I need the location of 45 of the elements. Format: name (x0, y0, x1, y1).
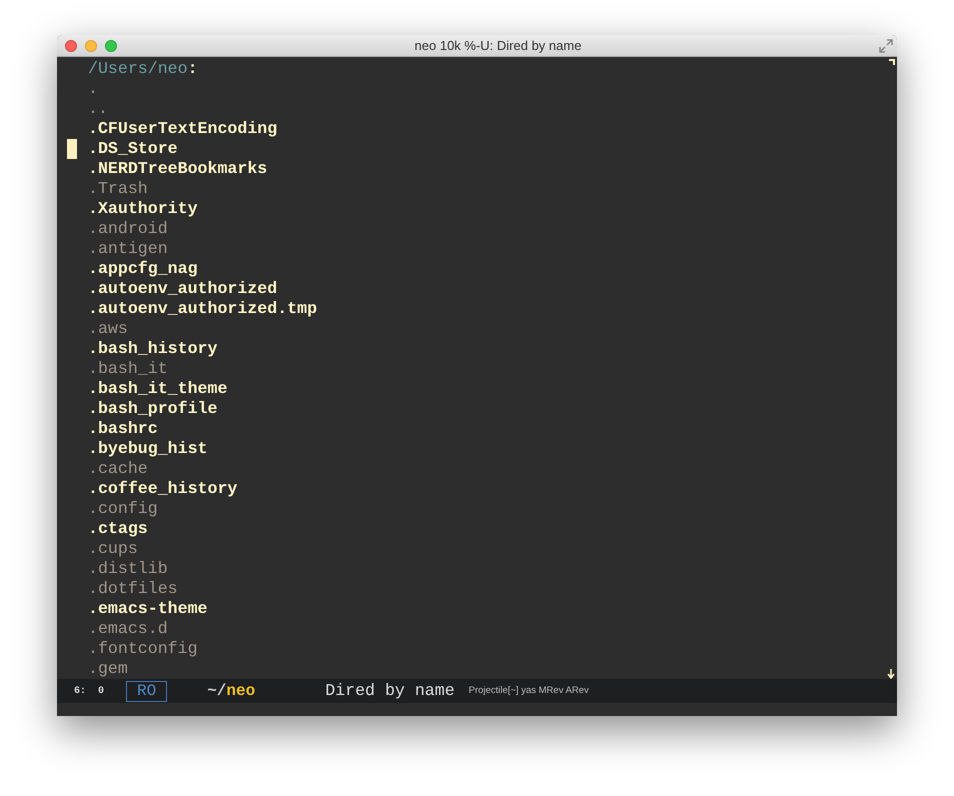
directory-name[interactable]: .bash_it (88, 359, 168, 379)
directory-name[interactable]: .cache (88, 459, 148, 479)
file-name[interactable]: .DS_Store (88, 139, 178, 159)
minor-modes: Projectile[~] yas MRev ARev (468, 684, 589, 698)
file-name[interactable]: .bash_profile (88, 399, 218, 419)
file-name[interactable]: .NERDTreeBookmarks (88, 159, 268, 179)
file-name[interactable]: .Xauthority (88, 199, 198, 219)
directory-name[interactable]: .emacs.d (88, 619, 168, 639)
window-title: neo 10k %-U: Dired by name (414, 38, 582, 53)
read-only-indicator: RO (126, 680, 168, 702)
file-name[interactable]: .CFUserTextEncoding (88, 119, 278, 139)
directory-path: /Users/neo (88, 59, 188, 78)
file-name[interactable]: .bash_it_theme (88, 379, 228, 399)
file-name[interactable]: .autoenv_authorized (88, 279, 278, 299)
directory-name: neo (226, 681, 256, 702)
directory-name[interactable]: .cups (88, 539, 138, 559)
file-name[interactable]: .bashrc (88, 419, 158, 439)
minimize-button[interactable] (85, 40, 97, 52)
fullscreen-icon[interactable] (879, 38, 893, 52)
directory-name[interactable]: . (88, 79, 98, 99)
directory-name[interactable]: .antigen (88, 239, 168, 259)
directory-name[interactable]: .config (88, 499, 158, 519)
file-name[interactable]: .coffee_history (88, 479, 238, 499)
file-name[interactable]: .bash_history (88, 339, 218, 359)
top-boundary-icon (889, 59, 895, 65)
file-name[interactable]: .appcfg_nag (88, 259, 198, 279)
line-column: 6: 0 (74, 684, 126, 698)
path-colon: : (188, 59, 198, 78)
major-mode: Dired by name (325, 680, 455, 702)
directory-name[interactable]: .android (88, 219, 168, 239)
directory-name[interactable]: .dotfiles (88, 579, 178, 599)
file-name[interactable]: .ctags (88, 519, 148, 539)
directory-name[interactable]: .fontconfig (88, 639, 198, 659)
directory-name[interactable]: .distlib (88, 559, 168, 579)
file-name[interactable]: .byebug_hist (88, 439, 208, 459)
down-arrow-icon (887, 669, 895, 679)
directory-name[interactable]: .aws (88, 319, 128, 339)
directory-prefix: ~/ (207, 681, 226, 702)
zoom-button[interactable] (105, 40, 117, 52)
directory-name[interactable]: .gem (88, 659, 128, 679)
file-name[interactable]: .autoenv_authorized.tmp (88, 299, 318, 319)
directory-name[interactable]: .. (88, 99, 108, 119)
directory-name[interactable]: .Trash (88, 179, 148, 199)
close-button[interactable] (65, 40, 77, 52)
file-name[interactable]: .emacs-theme (88, 599, 208, 619)
